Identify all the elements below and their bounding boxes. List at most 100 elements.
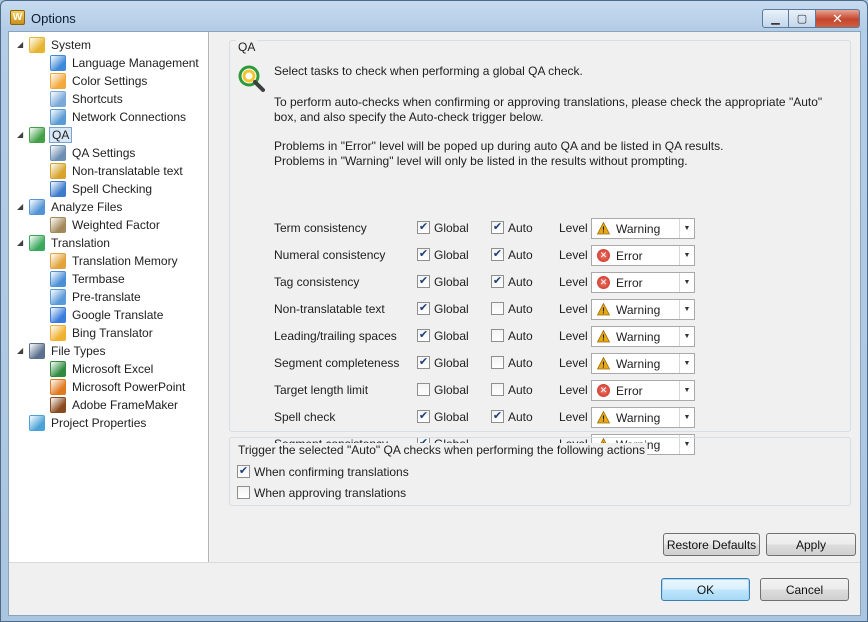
maximize-button[interactable]: ▢ (789, 9, 816, 28)
tree-item-system[interactable]: ◢ System (17, 36, 93, 54)
tree-item-microsoft-excel[interactable]: Microsoft Excel (50, 360, 155, 378)
tree-item-label: Color Settings (72, 74, 148, 88)
auto-checkbox-leading-trailing-spaces[interactable] (491, 329, 504, 342)
expand-arrow-icon[interactable]: ◢ (17, 130, 26, 139)
tree-item-bing-translator[interactable]: Bing Translator (50, 324, 155, 342)
level-label: Level (559, 221, 588, 235)
chevron-down-icon[interactable]: ▼ (679, 273, 694, 292)
auto-label: Auto (508, 248, 533, 262)
confirming-checkbox[interactable] (237, 465, 250, 478)
expand-arrow-icon[interactable]: ◢ (17, 40, 26, 49)
close-button[interactable]: ✕ (816, 9, 860, 28)
auto-checkbox-term-consistency[interactable] (491, 221, 504, 234)
qa-check-row: Target length limit Global Auto Level ✕ Error… (274, 379, 834, 401)
qa-description-1: Select tasks to check when performing a … (274, 64, 583, 78)
level-select-non-translatable-text[interactable]: ! Warning ▼ (591, 299, 695, 320)
options-tree[interactable]: ◢ System Language Management Color Settings… (9, 32, 209, 562)
global-checkbox-numeral-consistency[interactable] (417, 248, 430, 261)
apply-button[interactable]: Apply (766, 533, 856, 556)
auto-label: Auto (508, 302, 533, 316)
global-checkbox-leading-trailing-spaces[interactable] (417, 329, 430, 342)
tree-item-non-translatable-text[interactable]: Non-translatable text (50, 162, 185, 180)
approving-checkbox[interactable] (237, 486, 250, 499)
level-select-spell-check[interactable]: ! Warning ▼ (591, 407, 695, 428)
tree-item-pre-translate[interactable]: Pre-translate (50, 288, 143, 306)
termbase-icon (50, 271, 66, 287)
tree-item-label: Analyze Files (51, 200, 123, 214)
qa-magnifier-icon (29, 127, 45, 143)
level-select-numeral-consistency[interactable]: ✕ Error ▼ (591, 245, 695, 266)
global-label: Global (434, 329, 469, 343)
qa-group-title: QA (236, 40, 258, 54)
chevron-down-icon[interactable]: ▼ (679, 246, 694, 265)
expand-arrow-icon[interactable]: ◢ (17, 238, 26, 247)
global-label: Global (434, 302, 469, 316)
level-label: Level (559, 329, 588, 343)
restore-defaults-button[interactable]: Restore Defaults (663, 533, 760, 556)
level-value: Warning (616, 410, 661, 425)
tree-item-qa[interactable]: ◢ QA (17, 126, 73, 144)
tree-item-file-types[interactable]: ◢ File Types (17, 342, 107, 360)
title-bar[interactable]: W Options ▁ ▢ ✕ (1, 1, 867, 31)
auto-checkbox-non-translatable-text[interactable] (491, 302, 504, 315)
window-title: Options (31, 11, 76, 26)
tree-item-adobe-framemaker[interactable]: Adobe FrameMaker (50, 396, 180, 414)
tree-item-weighted-factor[interactable]: Weighted Factor (50, 216, 162, 234)
auto-checkbox-spell-check[interactable] (491, 410, 504, 423)
chevron-down-icon[interactable]: ▼ (679, 381, 694, 400)
analyze-icon (29, 199, 45, 215)
level-select-segment-completeness[interactable]: ! Warning ▼ (591, 353, 695, 374)
tree-item-network-connections[interactable]: Network Connections (50, 108, 188, 126)
qa-check-label: Tag consistency (274, 275, 360, 289)
global-checkbox-target-length-limit[interactable] (417, 383, 430, 396)
palette-icon (50, 73, 66, 89)
tree-item-spell-checking[interactable]: Spell Checking (50, 180, 154, 198)
pretranslate-icon (50, 289, 66, 305)
level-value: Error (616, 275, 643, 290)
tree-item-color-settings[interactable]: Color Settings (50, 72, 149, 90)
auto-checkbox-target-length-limit[interactable] (491, 383, 504, 396)
tree-item-translation-memory[interactable]: Translation Memory (50, 252, 180, 270)
level-select-tag-consistency[interactable]: ✕ Error ▼ (591, 272, 695, 293)
chevron-down-icon[interactable]: ▼ (679, 327, 694, 346)
cancel-button[interactable]: Cancel (760, 578, 849, 601)
tree-item-label: Shortcuts (72, 92, 123, 106)
minimize-button[interactable]: ▁ (762, 9, 789, 28)
qa-check-row: Leading/trailing spaces Global Auto Level! W… (274, 325, 834, 347)
level-select-target-length-limit[interactable]: ✕ Error ▼ (591, 380, 695, 401)
expand-arrow-icon[interactable]: ◢ (17, 202, 26, 211)
tree-item-microsoft-powerpoint[interactable]: Microsoft PowerPoint (50, 378, 187, 396)
global-checkbox-non-translatable-text[interactable] (417, 302, 430, 315)
global-checkbox-term-consistency[interactable] (417, 221, 430, 234)
global-checkbox-segment-completeness[interactable] (417, 356, 430, 369)
tree-item-project-properties[interactable]: Project Properties (29, 414, 148, 432)
global-checkbox-spell-check[interactable] (417, 410, 430, 423)
chevron-down-icon[interactable]: ▼ (679, 300, 694, 319)
tree-item-analyze-files[interactable]: ◢ Analyze Files (17, 198, 124, 216)
tree-item-google-translate[interactable]: Google Translate (50, 306, 165, 324)
global-label: Global (434, 356, 469, 370)
tree-item-label: Microsoft Excel (72, 362, 154, 376)
auto-checkbox-numeral-consistency[interactable] (491, 248, 504, 261)
auto-checkbox-tag-consistency[interactable] (491, 275, 504, 288)
ok-button[interactable]: OK (661, 578, 750, 601)
footer-divider (9, 562, 860, 563)
level-select-term-consistency[interactable]: ! Warning ▼ (591, 218, 695, 239)
tree-item-translation[interactable]: ◢ Translation (17, 234, 112, 252)
chevron-down-icon[interactable]: ▼ (679, 354, 694, 373)
tree-item-qa-settings[interactable]: QA Settings (50, 144, 137, 162)
chevron-down-icon[interactable]: ▼ (679, 219, 694, 238)
tree-item-shortcuts[interactable]: Shortcuts (50, 90, 125, 108)
tree-item-language-management[interactable]: Language Management (50, 54, 201, 72)
global-label: Global (434, 248, 469, 262)
tree-item-termbase[interactable]: Termbase (50, 270, 127, 288)
molecule-icon (50, 163, 66, 179)
level-value: Error (616, 383, 643, 398)
chevron-down-icon[interactable]: ▼ (679, 408, 694, 427)
global-checkbox-tag-consistency[interactable] (417, 275, 430, 288)
expand-arrow-icon[interactable]: ◢ (17, 346, 26, 355)
globe-icon (50, 55, 66, 71)
level-value: Warning (616, 329, 661, 344)
level-select-leading-trailing-spaces[interactable]: ! Warning ▼ (591, 326, 695, 347)
auto-checkbox-segment-completeness[interactable] (491, 356, 504, 369)
